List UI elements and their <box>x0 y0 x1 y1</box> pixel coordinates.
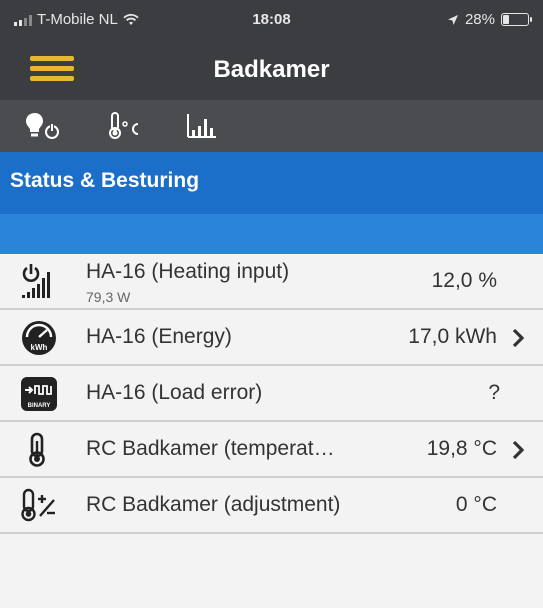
list-item[interactable]: BINARY HA-16 (Load error) ? <box>0 366 543 422</box>
list-item[interactable]: HA-16 (Heating input) 79,3 W 12,0 % <box>0 254 543 310</box>
power-signal-icon <box>22 264 50 298</box>
battery-icon <box>501 13 532 26</box>
battery-fill <box>503 15 509 24</box>
battery-percent: 28% <box>464 11 495 28</box>
status-bar: T-Mobile NL 18:08 28% <box>0 0 543 40</box>
nav-bar: Badkamer <box>0 40 543 100</box>
list-item[interactable]: RC Badkamer (adjustment) 0 °C <box>0 478 543 534</box>
row-value: 12,0 % <box>431 269 497 292</box>
row-label: HA-16 (Energy) <box>86 325 232 348</box>
bar-chart-icon <box>187 114 216 138</box>
tab-bar <box>0 100 543 152</box>
row-label: RC Badkamer (temperat… <box>86 437 335 460</box>
device-list: HA-16 (Heating input) 79,3 W 12,0 % kWh … <box>0 254 543 534</box>
empty-area <box>0 540 543 608</box>
kwh-meter-icon: kWh <box>22 321 56 355</box>
row-sublabel: 79,3 W <box>86 289 131 305</box>
row-value: 19,8 °C <box>426 437 497 460</box>
thermometer-icon <box>29 432 45 467</box>
row-value: 0 °C <box>455 493 497 516</box>
bulb-power-icon <box>26 113 59 139</box>
tab-charts[interactable] <box>182 110 226 142</box>
tab-status[interactable] <box>22 110 66 142</box>
list-item[interactable]: RC Badkamer (temperat… 19,8 °C <box>0 422 543 478</box>
chevron-right-icon <box>512 440 525 460</box>
thermometer-celsius-icon <box>109 112 139 139</box>
hamburger-icon[interactable] <box>30 56 74 84</box>
row-label: RC Badkamer (adjustment) <box>86 493 341 516</box>
row-value: ? <box>488 381 500 404</box>
location-arrow-icon <box>447 14 458 25</box>
status-right: 28% <box>447 11 532 28</box>
thermometer-adjust-icon <box>21 488 55 522</box>
row-label: HA-16 (Heating input) <box>86 260 290 283</box>
svg-text:kWh: kWh <box>31 343 48 352</box>
page-title: Badkamer <box>213 56 330 83</box>
section-subheader <box>0 214 543 254</box>
binary-input-icon: BINARY <box>21 377 57 411</box>
section-header: Status & Besturing <box>0 152 543 214</box>
row-value: 17,0 kWh <box>408 325 497 348</box>
list-item[interactable]: kWh HA-16 (Energy) 17,0 kWh <box>0 310 543 366</box>
row-label: HA-16 (Load error) <box>86 381 263 404</box>
chevron-right-icon <box>512 328 525 348</box>
tab-temperature[interactable] <box>104 110 148 142</box>
svg-text:BINARY: BINARY <box>28 403 51 409</box>
section-title: Status & Besturing <box>10 169 200 192</box>
